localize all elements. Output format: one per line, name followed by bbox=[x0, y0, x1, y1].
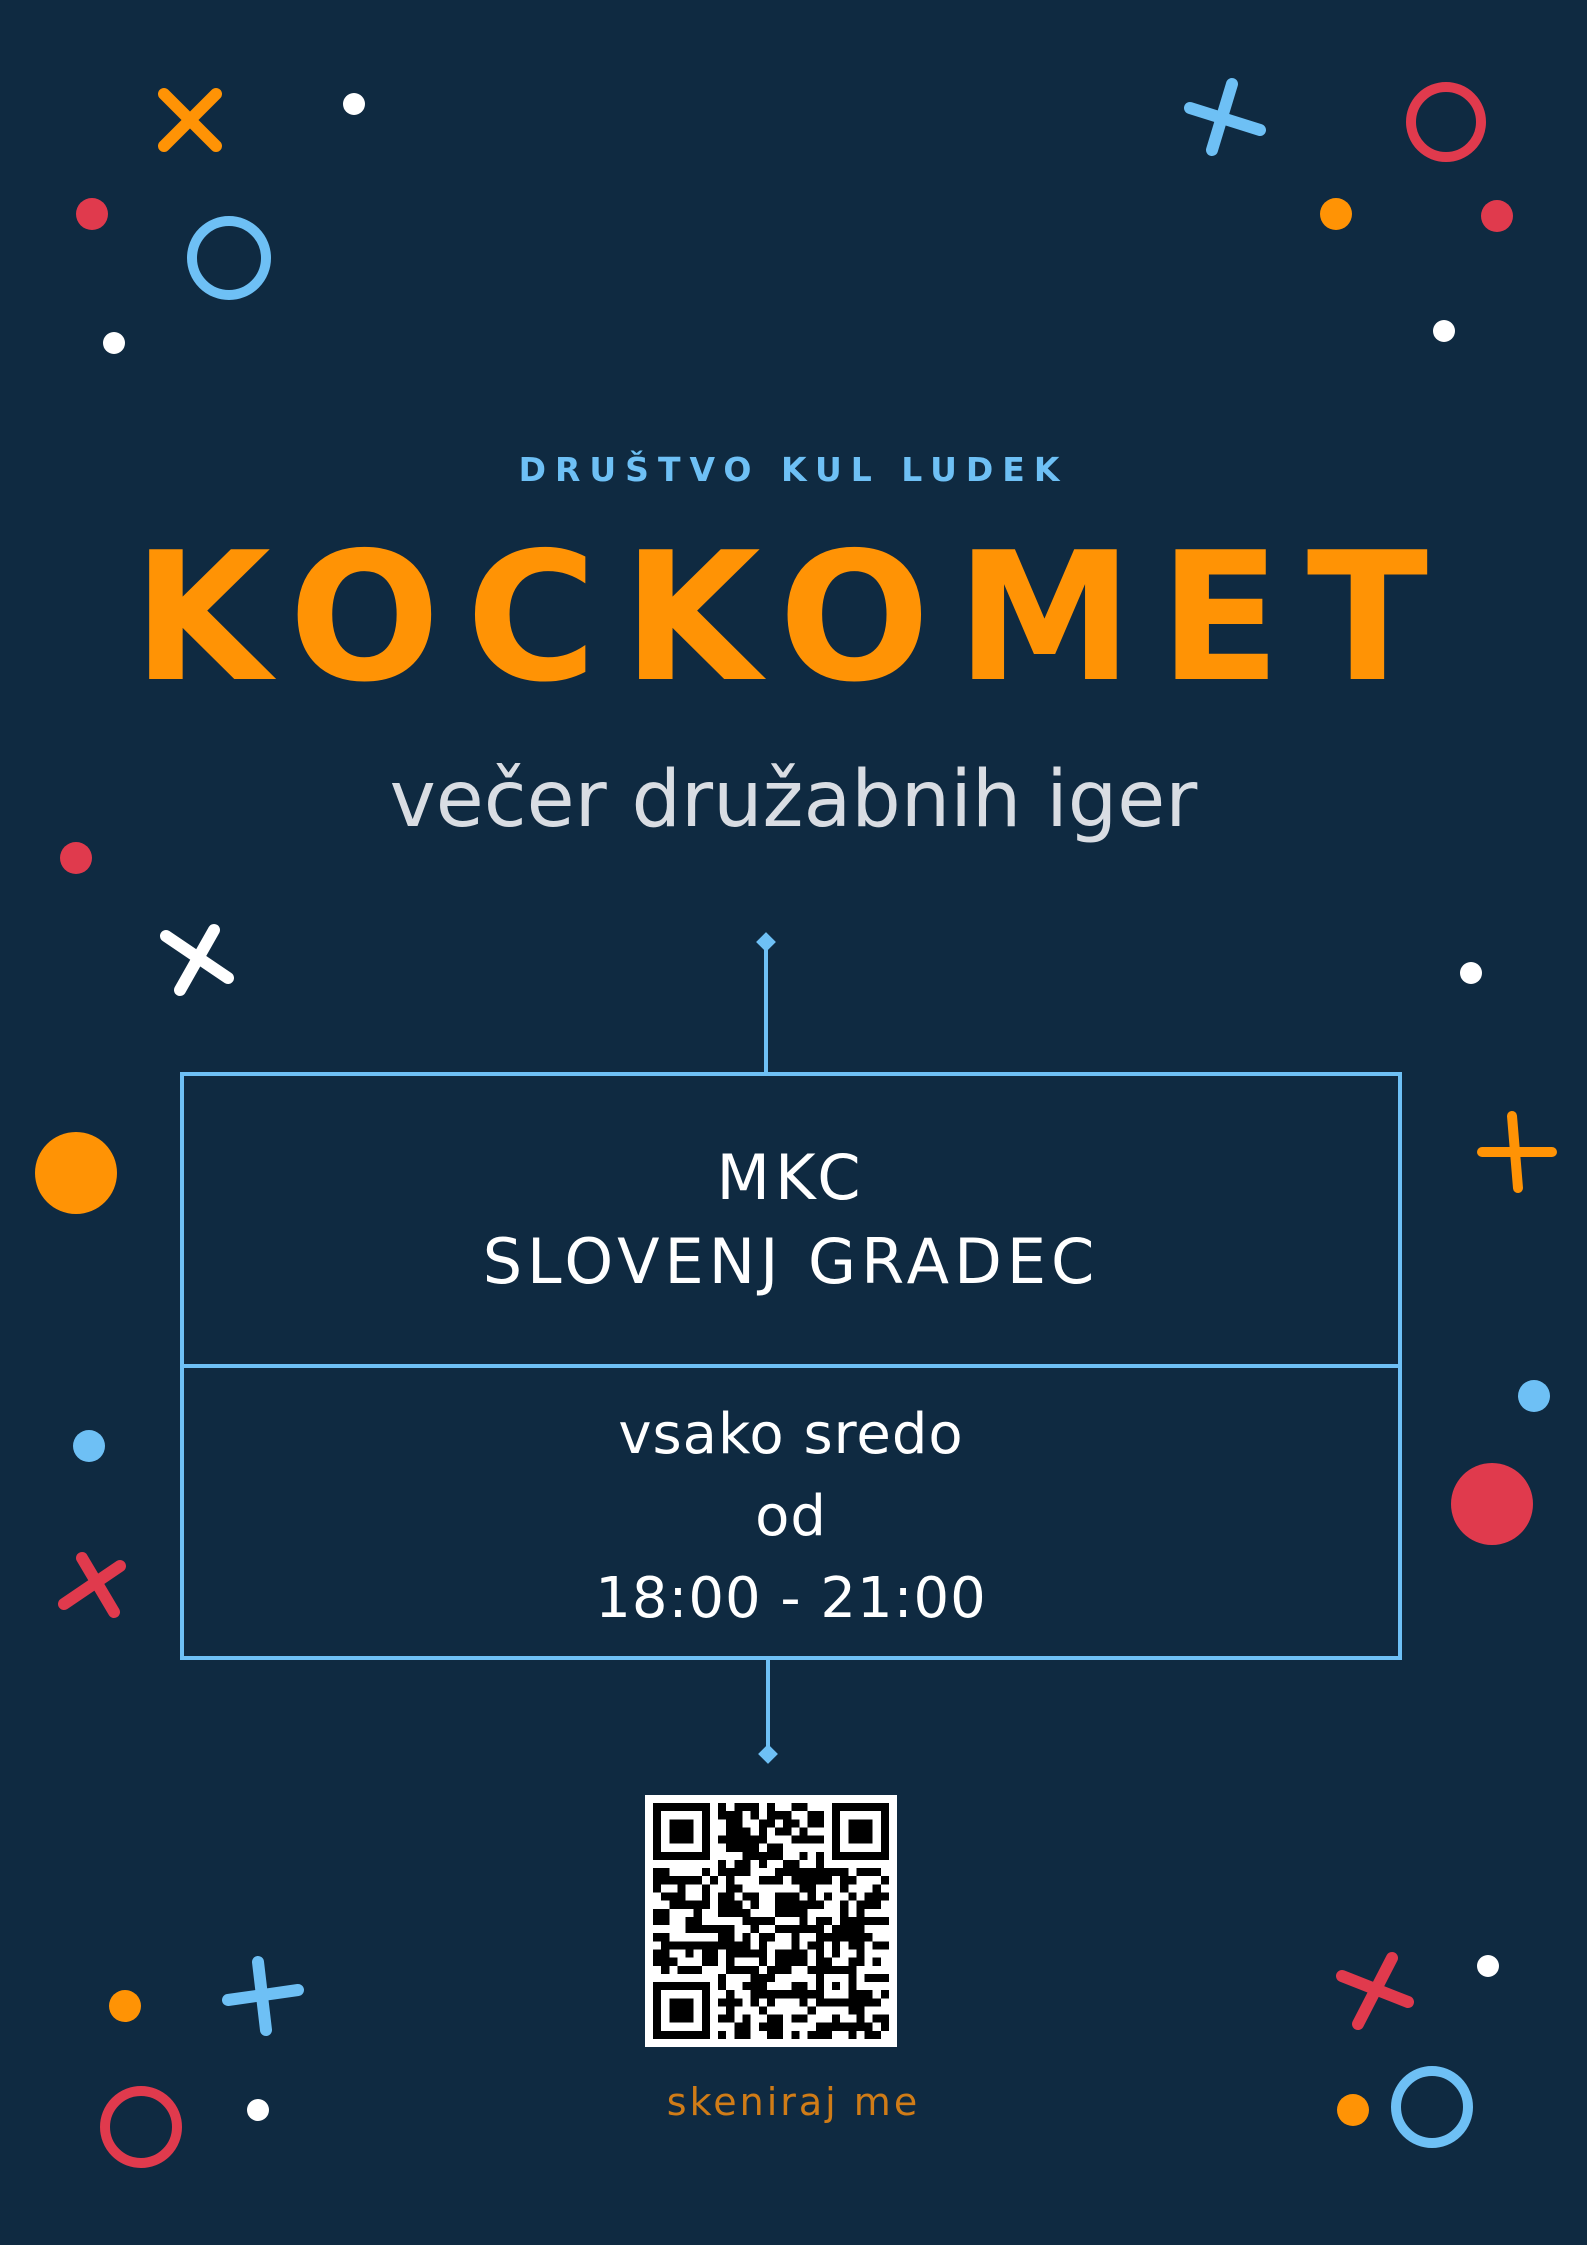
event-subtitle: večer družabnih iger bbox=[389, 755, 1198, 845]
venue-line-1: MKC bbox=[716, 1141, 866, 1214]
cross-icon bbox=[222, 1956, 304, 2036]
dot-icon bbox=[109, 1990, 141, 2022]
dot-icon bbox=[1477, 1955, 1499, 1977]
connector-top-line bbox=[764, 944, 768, 1074]
cross-icon bbox=[1184, 78, 1266, 156]
venue: MKC SLOVENJ GRADEC bbox=[184, 1136, 1398, 1304]
dot-icon bbox=[35, 1132, 117, 1214]
schedule-from: od bbox=[755, 1484, 827, 1549]
dot-icon bbox=[1481, 200, 1513, 232]
event-title: KOCKOMET bbox=[132, 514, 1455, 721]
cross-icon bbox=[58, 1552, 126, 1618]
ring-icon bbox=[1406, 82, 1486, 162]
dot-icon bbox=[60, 842, 92, 874]
qr-code-icon[interactable] bbox=[645, 1795, 897, 2047]
dot-icon bbox=[73, 1430, 105, 1462]
info-box: MKC SLOVENJ GRADEC vsako sredo od 18:00 … bbox=[180, 1072, 1402, 1660]
dot-icon bbox=[1433, 320, 1455, 342]
box-divider bbox=[184, 1364, 1398, 1368]
dot-icon bbox=[343, 93, 365, 115]
organization-name: DRUŠTVO KUL LUDEK bbox=[518, 450, 1069, 489]
dot-icon bbox=[1518, 1380, 1550, 1412]
schedule-time: 18:00 - 21:00 bbox=[595, 1566, 987, 1631]
cross-icon bbox=[1477, 1111, 1557, 1193]
ring-icon bbox=[187, 216, 271, 300]
qr-caption: skeniraj me bbox=[666, 2080, 921, 2124]
dot-icon bbox=[1460, 962, 1482, 984]
dot-icon bbox=[76, 198, 108, 230]
event-poster: DRUŠTVO KUL LUDEK KOCKOMET večer družabn… bbox=[0, 0, 1587, 2245]
qr-code-pattern bbox=[653, 1803, 889, 2039]
venue-line-2: SLOVENJ GRADEC bbox=[482, 1225, 1100, 1298]
dot-icon bbox=[1320, 198, 1352, 230]
schedule: vsako sredo od 18:00 - 21:00 bbox=[184, 1394, 1398, 1640]
schedule-day: vsako sredo bbox=[618, 1402, 964, 1467]
dot-icon bbox=[1451, 1463, 1533, 1545]
connector-bottom-line bbox=[766, 1658, 770, 1754]
cross-icon bbox=[158, 88, 222, 152]
cross-icon bbox=[160, 924, 234, 996]
cross-icon bbox=[1336, 1952, 1414, 2030]
dot-icon bbox=[103, 332, 125, 354]
